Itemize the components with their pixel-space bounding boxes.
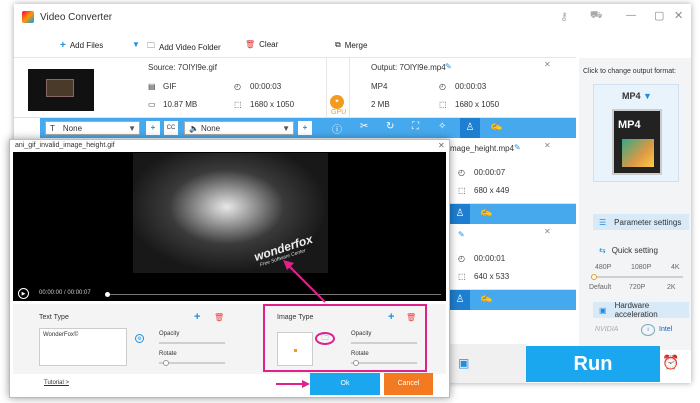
arrow-head-ok [302,380,310,388]
annotation-arrows [276,260,326,388]
arrow-to-watermark [286,263,326,303]
